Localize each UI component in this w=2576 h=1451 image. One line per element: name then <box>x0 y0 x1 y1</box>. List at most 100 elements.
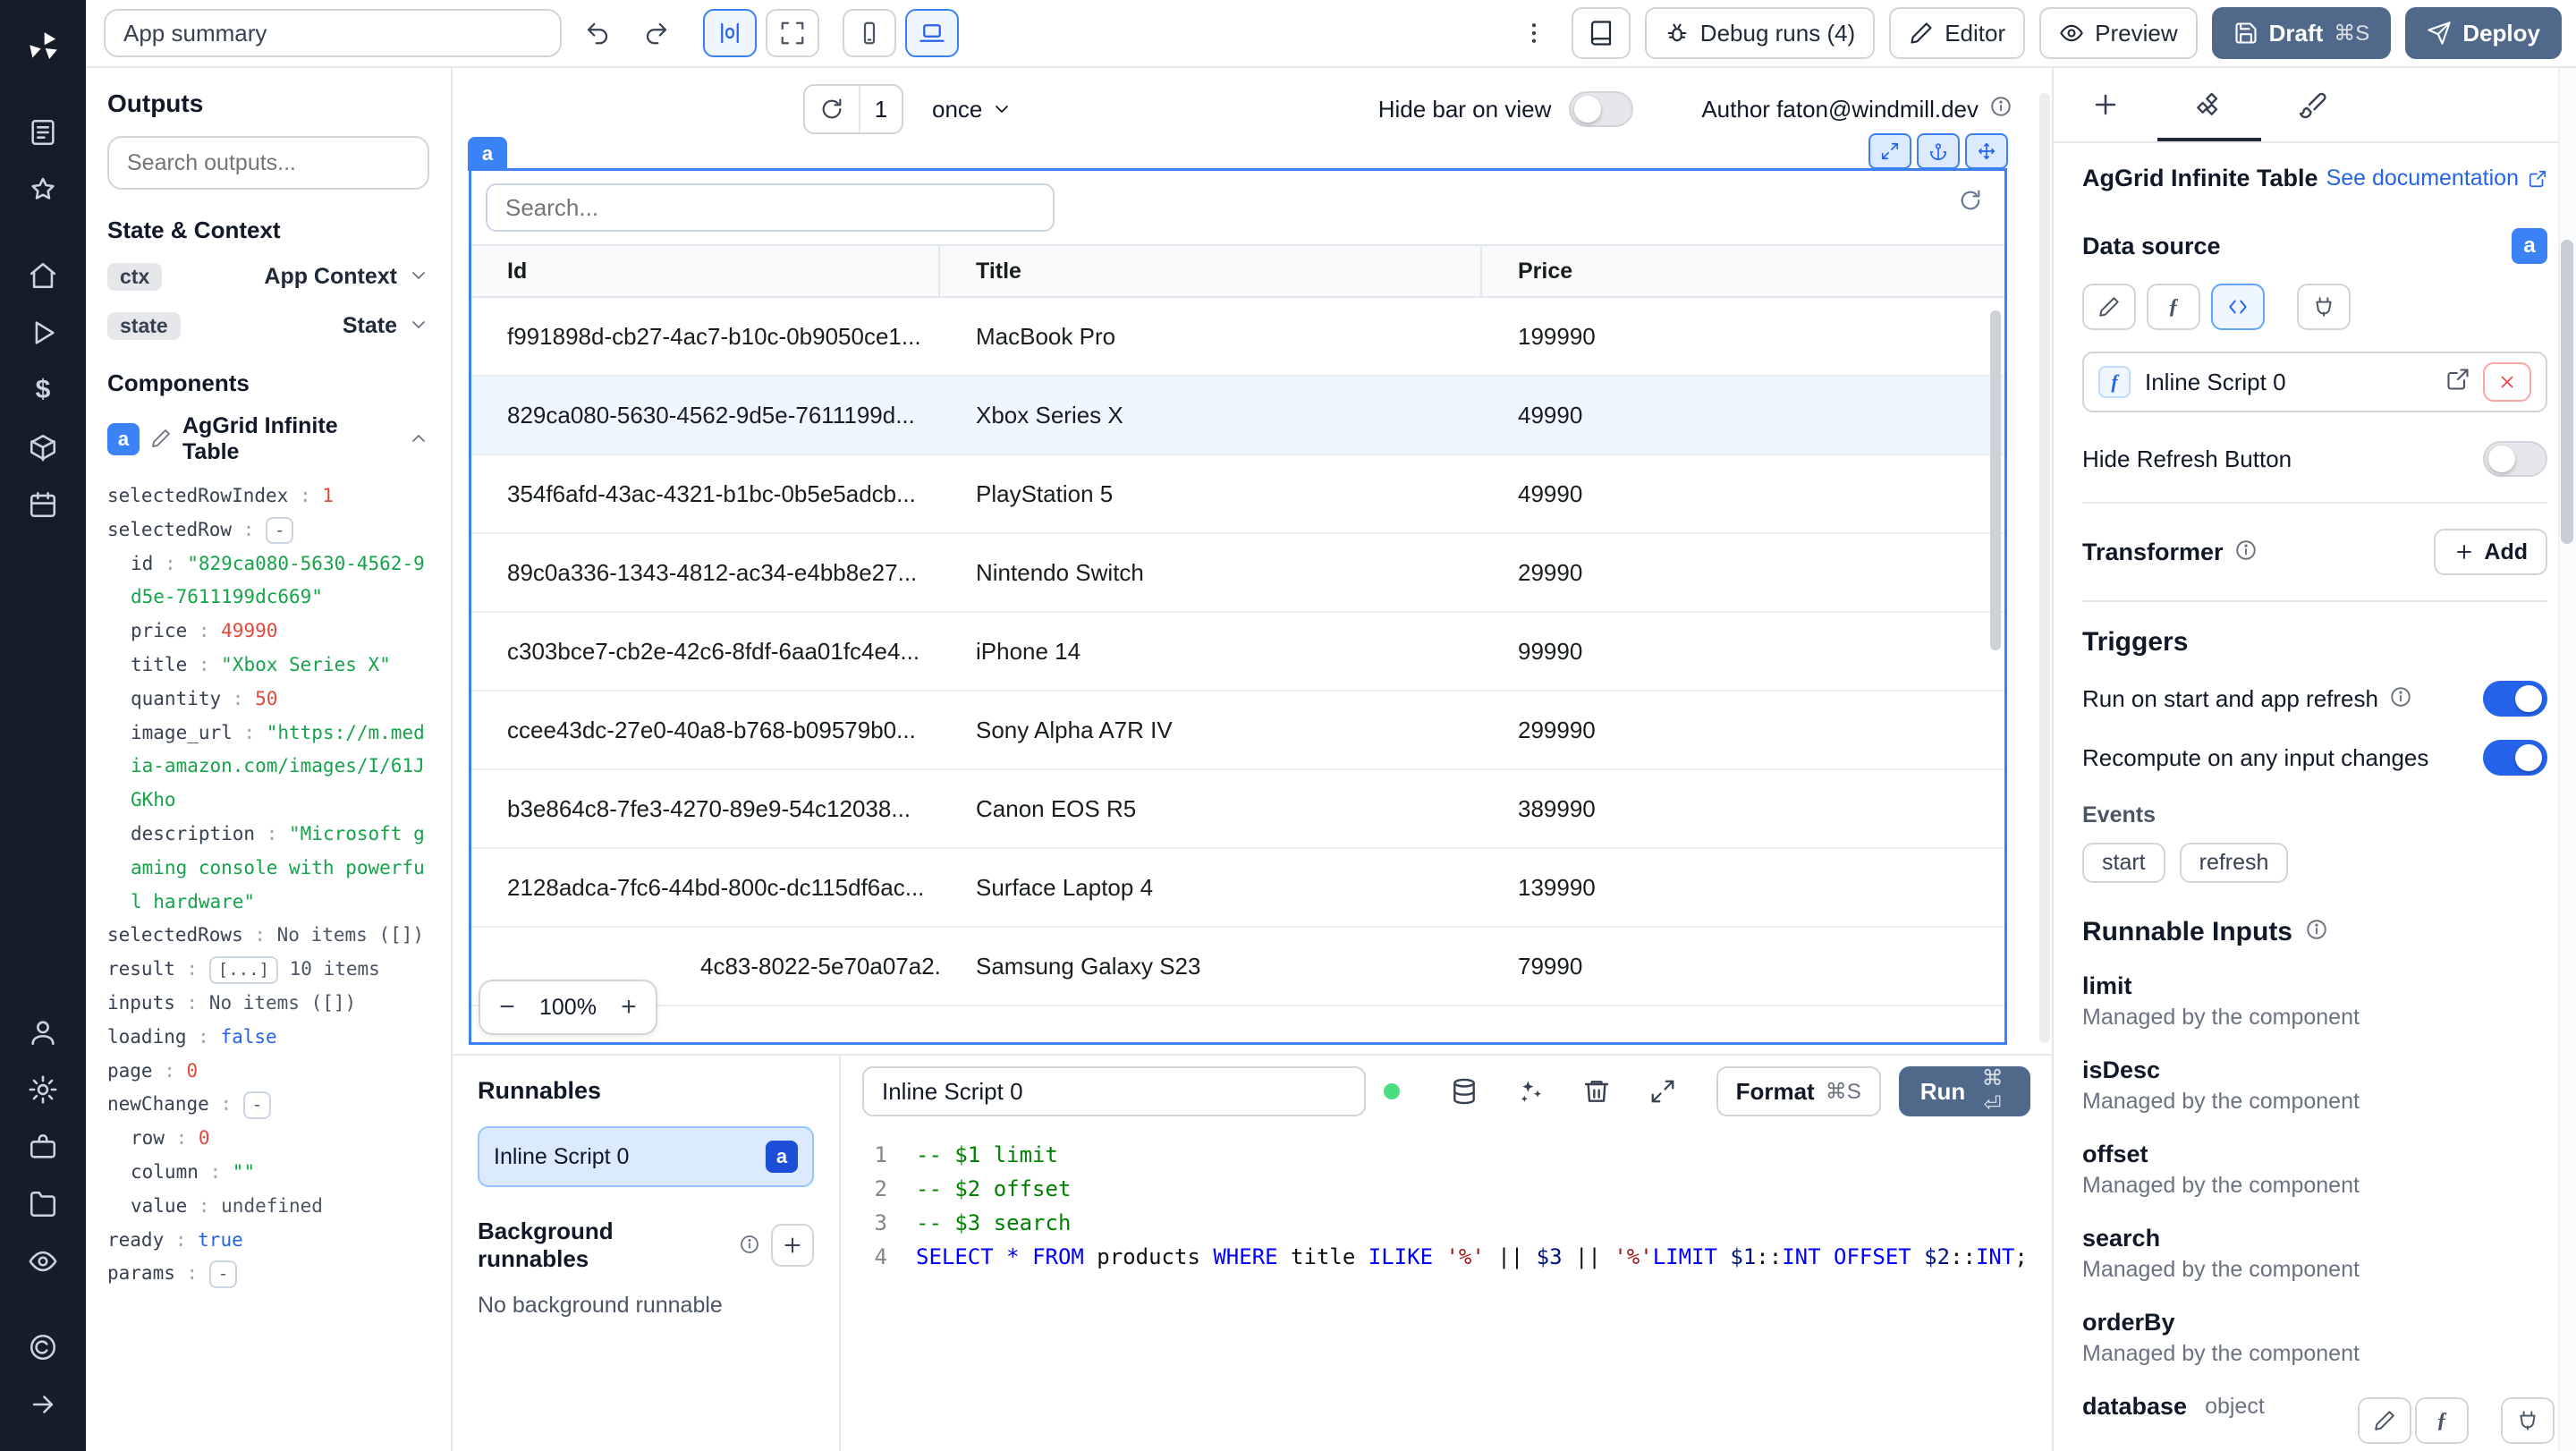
zoom-in-button[interactable]: + <box>613 992 645 1022</box>
open-script-icon[interactable] <box>2445 366 2470 399</box>
info-icon[interactable] <box>2389 683 2412 716</box>
grid-refresh-icon[interactable] <box>1958 187 1983 220</box>
run-on-start-toggle[interactable] <box>2483 681 2547 717</box>
refresh-interval-select[interactable]: once <box>932 96 1013 123</box>
table-row[interactable]: 354f6afd-43ac-4321-b1bc-0b5e5adcb... Play… <box>471 455 2004 534</box>
table-row[interactable]: b3e864c8-7fe3-4270-89e9-54c12038... Canon… <box>471 770 2004 849</box>
ctx-row[interactable]: ctx App Context <box>107 260 429 293</box>
event-chip-refresh[interactable]: refresh <box>2179 843 2289 883</box>
detach-script-button[interactable] <box>2483 362 2531 402</box>
output-row-page[interactable]: page : 0 <box>107 1055 429 1089</box>
table-row[interactable]: 89c0a336-1343-4812-ac34-e4bb8e27... Ninte… <box>471 534 2004 613</box>
hide-bar-toggle[interactable] <box>1569 91 1634 127</box>
outputs-search-input[interactable] <box>107 136 429 190</box>
right-panel-scrollbar[interactable] <box>2558 68 2576 1451</box>
undo-button[interactable] <box>574 10 621 56</box>
output-row-selectedRowIndex[interactable]: selectedRowIndex : 1 <box>107 479 429 513</box>
output-row-ready[interactable]: ready : true <box>107 1224 429 1258</box>
delete-script-icon[interactable] <box>1579 1073 1614 1109</box>
chevron-up-icon[interactable] <box>408 423 429 456</box>
component-output-header[interactable]: a AgGrid Infinite Table <box>107 413 429 465</box>
component-handle-badge[interactable]: a <box>468 137 507 171</box>
info-icon[interactable] <box>739 1229 760 1262</box>
script-name-input[interactable] <box>862 1066 1366 1116</box>
resources-icon[interactable] <box>13 419 73 476</box>
add-background-runnable-button[interactable] <box>771 1224 814 1267</box>
output-row-result[interactable]: result : [...] 10 items <box>107 953 429 987</box>
info-icon[interactable] <box>2234 536 2258 569</box>
table-row[interactable]: f991898d-cb27-4ac7-b10c-0b9050ce1... MacB… <box>471 298 2004 377</box>
code-line[interactable]: 1 -- $1 limit <box>841 1138 2052 1172</box>
database-template-button[interactable]: ƒ <box>2415 1397 2469 1444</box>
code-line[interactable]: 2 -- $2 offset <box>841 1172 2052 1206</box>
runnable-item-inline-script-0[interactable]: Inline Script 0 a <box>478 1126 814 1187</box>
table-row[interactable]: 4c83-8022-5e70a07a2... Samsung Galaxy S23… <box>471 928 2004 1006</box>
column-header-title[interactable]: Title <box>940 246 1482 296</box>
output-row-selectedRows[interactable]: selectedRows : No items ([]) <box>107 919 429 953</box>
docs-button[interactable] <box>1571 7 1631 59</box>
tab-component-settings[interactable] <box>2157 68 2261 141</box>
runs-icon[interactable] <box>13 304 73 361</box>
output-row-title[interactable]: title : "Xbox Series X" <box>107 649 429 683</box>
variables-icon[interactable]: $ <box>13 361 73 419</box>
hide-refresh-toggle[interactable] <box>2483 441 2547 477</box>
code-editor[interactable]: 1 -- $1 limit 2 -- $2 offset 3 -- $3 search 4 S… <box>841 1127 2052 1451</box>
output-row-description[interactable]: description : "Microsoft gaming console … <box>107 818 429 919</box>
user-icon[interactable] <box>13 1004 73 1061</box>
output-row-column[interactable]: column : "" <box>107 1156 429 1190</box>
table-row[interactable]: 829ca080-5630-4562-9d5e-7611199d... Xbox … <box>471 377 2004 455</box>
debug-runs-button[interactable]: Debug runs (4) <box>1644 7 1876 59</box>
redo-button[interactable] <box>633 10 680 56</box>
collapse-toggle[interactable]: [...] <box>208 956 278 984</box>
zoom-out-button[interactable]: − <box>491 992 523 1022</box>
eval-mode-button[interactable] <box>2211 284 2265 330</box>
static-mode-button[interactable] <box>2082 284 2136 330</box>
favorites-icon[interactable] <box>13 161 73 218</box>
output-row-row[interactable]: row : 0 <box>107 1122 429 1156</box>
output-row-selectedRow[interactable]: selectedRow : - <box>107 513 429 547</box>
output-row-image_url[interactable]: image_url : "https://m.media-amazon.com/… <box>107 717 429 818</box>
table-row[interactable]: c303bce7-cb2e-42c6-8fdf-6aa01fc4e4... iPh… <box>471 613 2004 692</box>
info-icon[interactable] <box>2305 915 2328 948</box>
workers-icon[interactable] <box>13 1118 73 1175</box>
deploy-button[interactable]: Deploy <box>2405 7 2562 59</box>
recompute-toggle[interactable] <box>2483 740 2547 776</box>
tab-insert-component[interactable] <box>2054 68 2157 141</box>
grid-search-input[interactable] <box>486 183 1055 232</box>
see-documentation-link[interactable]: See documentation <box>2326 165 2547 191</box>
audit-logs-icon[interactable] <box>13 1233 73 1290</box>
chevron-down-icon[interactable] <box>408 260 429 293</box>
collapse-toggle[interactable]: - <box>208 1260 238 1288</box>
fullscreen-canvas-button[interactable] <box>766 9 819 57</box>
attached-script-box[interactable]: f Inline Script 0 <box>2082 352 2547 412</box>
canvas-scrollbar[interactable] <box>2039 93 2050 1043</box>
output-row-inputs[interactable]: inputs : No items ([]) <box>107 987 429 1021</box>
add-transformer-button[interactable]: Add <box>2434 529 2547 575</box>
state-row[interactable]: state State <box>107 310 429 343</box>
app-canvas[interactable]: 1 once Hide bar on view Author faton@win… <box>453 68 2052 1054</box>
home-icon[interactable] <box>13 247 73 304</box>
database-connect-button[interactable] <box>2501 1397 2555 1444</box>
copilot-icon[interactable] <box>13 1319 73 1376</box>
collapse-toggle[interactable]: - <box>242 1091 272 1119</box>
code-line[interactable]: 3 -- $3 search <box>841 1206 2052 1240</box>
grid-scrollbar[interactable] <box>1990 310 2001 650</box>
info-icon[interactable] <box>1989 95 2012 124</box>
output-row-price[interactable]: price : 49990 <box>107 615 429 649</box>
collapse-toggle[interactable]: - <box>266 516 294 545</box>
schedules-icon[interactable] <box>13 476 73 533</box>
database-edit-button[interactable] <box>2358 1397 2411 1444</box>
output-row-quantity[interactable]: quantity : 50 <box>107 683 429 717</box>
refresh-app-icon[interactable] <box>805 97 859 122</box>
pencil-icon[interactable] <box>150 423 172 456</box>
table-row[interactable]: ccee43dc-27e0-40a8-b768-b09579b0... Sony … <box>471 692 2004 770</box>
output-row-id[interactable]: id : "829ca080-5630-4562-9d5e-7611199dc6… <box>107 547 429 615</box>
preview-tab-button[interactable]: Preview <box>2039 7 2198 59</box>
windmill-logo[interactable] <box>13 18 73 75</box>
grid-columns-button[interactable] <box>703 9 757 57</box>
more-menu-button[interactable] <box>1511 10 1557 56</box>
move-component-icon[interactable] <box>1965 133 2008 169</box>
expand-rail-icon[interactable] <box>13 1376 73 1433</box>
format-button[interactable]: Format ⌘S <box>1716 1066 1881 1116</box>
output-row-value[interactable]: value : undefined <box>107 1190 429 1224</box>
